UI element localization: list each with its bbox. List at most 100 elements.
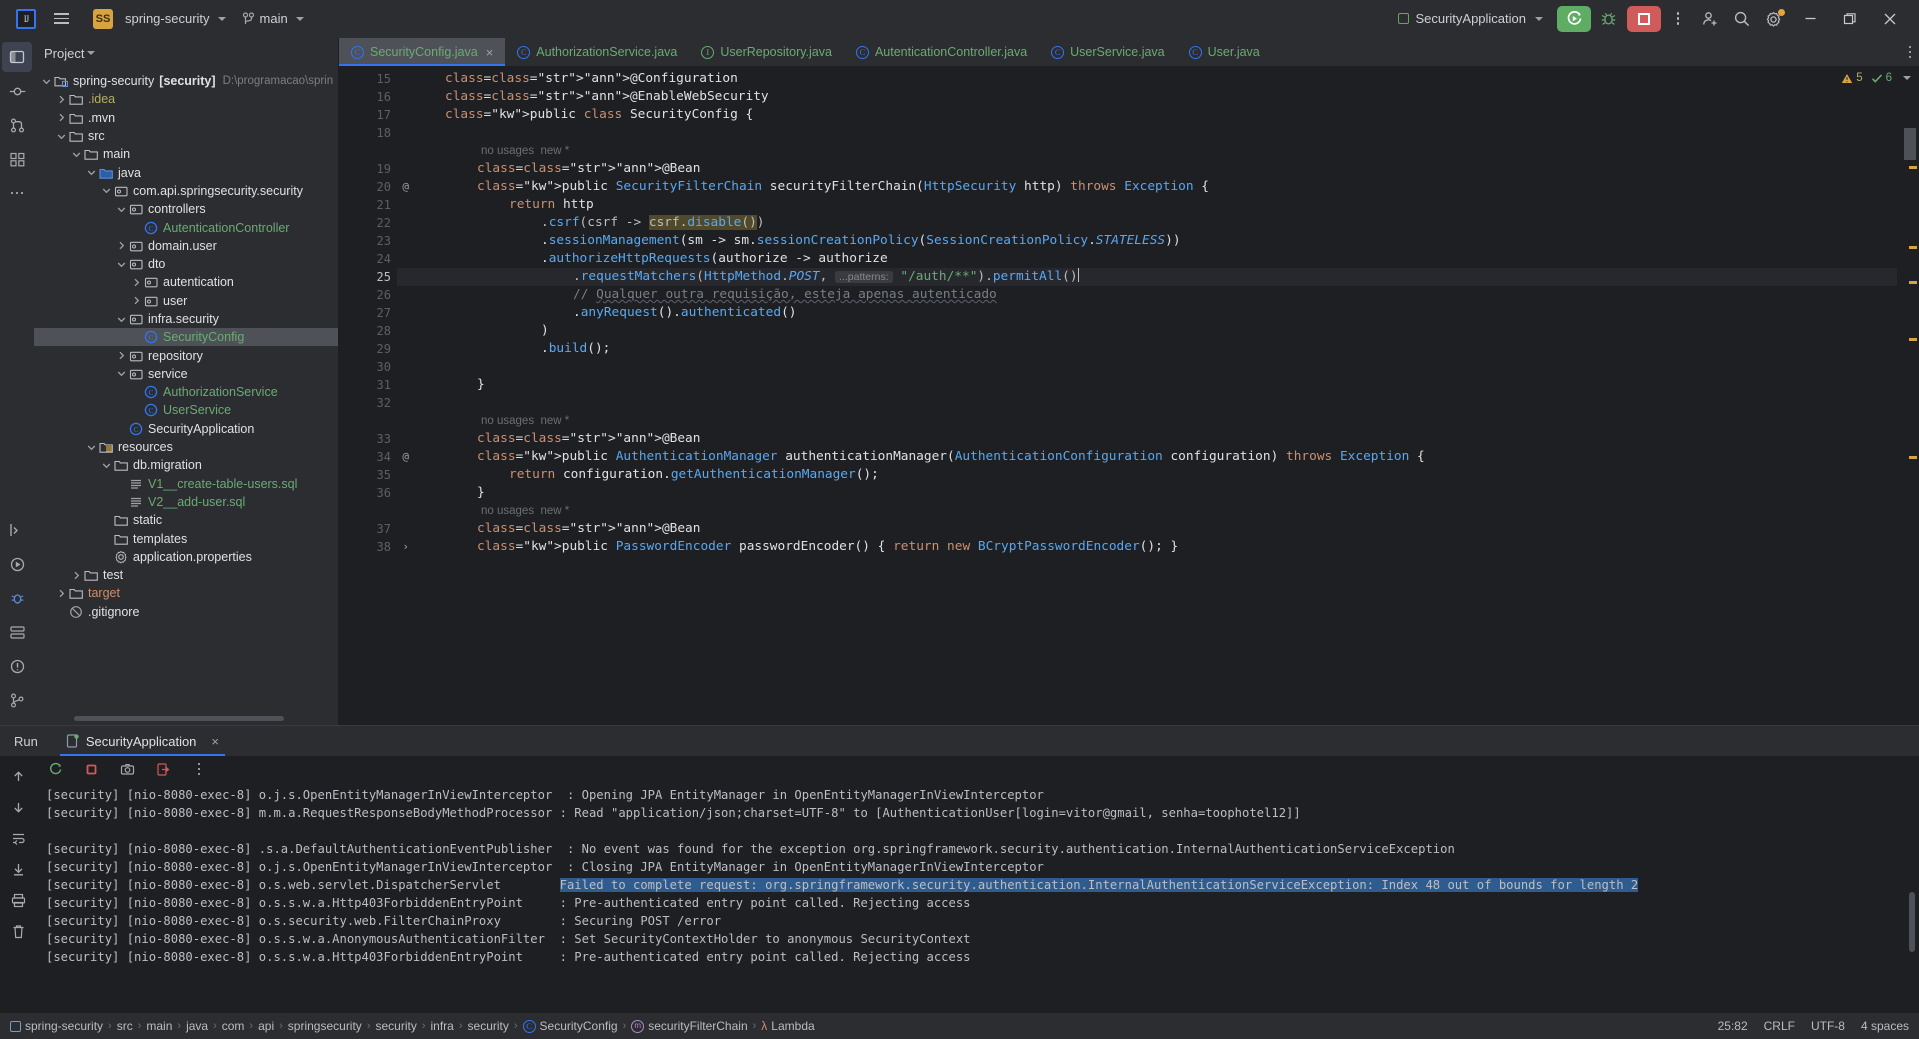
log-selected-text[interactable]: Failed to complete request: org.springfr… xyxy=(559,878,1639,892)
stop-button[interactable] xyxy=(1627,5,1661,32)
settings-button[interactable] xyxy=(1759,4,1789,34)
code-hint-line[interactable]: no usages new * xyxy=(397,142,1897,160)
sidebar-item-commit[interactable] xyxy=(2,76,32,106)
scroll-to-end-button[interactable] xyxy=(5,857,31,881)
breadcrumb-item-infra[interactable]: infra xyxy=(431,1019,454,1033)
tree-node-main[interactable]: main xyxy=(34,145,338,163)
tab-run[interactable]: Run xyxy=(0,726,52,756)
chevron-down-icon[interactable] xyxy=(70,150,83,159)
breadcrumb-item-springsecurity[interactable]: springsecurity xyxy=(288,1019,362,1033)
project-tree[interactable]: spring-security [security] D:\programacao\… xyxy=(34,68,338,725)
code-line[interactable]: .csrf(csrf -> csrf.disable()) xyxy=(397,214,1897,232)
code-line[interactable]: class=class="str">"ann">@EnableWebSecuri… xyxy=(397,88,1897,106)
editor-tab-userrepository-java[interactable]: I UserRepository.java xyxy=(689,38,844,66)
soft-wrap-button[interactable] xyxy=(5,826,31,850)
maximize-button[interactable] xyxy=(1831,4,1869,34)
tree-node-repository[interactable]: repository xyxy=(34,346,338,364)
sidebar-item-more-tools[interactable] xyxy=(2,178,32,208)
close-icon[interactable]: × xyxy=(486,45,494,60)
tree-node-templates[interactable]: templates xyxy=(34,529,338,547)
code-content[interactable]: class=class="str">"ann">@Configuration cl… xyxy=(397,66,1897,725)
code-line[interactable]: return configuration.getAuthenticationMa… xyxy=(397,466,1897,484)
chevron-right-icon[interactable] xyxy=(130,296,143,305)
console-scrollbar-thumb[interactable] xyxy=(1909,892,1915,952)
export-button[interactable] xyxy=(150,757,176,781)
warning-count[interactable]: 5 xyxy=(1841,72,1863,84)
tab-security-application[interactable]: SecurityApplication × xyxy=(52,726,233,756)
tree-node-user[interactable]: user xyxy=(34,292,338,310)
code-analysis-widget[interactable]: 5 6 xyxy=(1837,70,1915,86)
run-configuration-selector[interactable]: SecurityApplication xyxy=(1390,7,1551,30)
tree-node-src[interactable]: src xyxy=(34,127,338,145)
tree-node-java[interactable]: java xyxy=(34,163,338,181)
editor-scrollbar-thumb[interactable] xyxy=(1904,128,1916,160)
console-more-button[interactable] xyxy=(186,757,212,781)
tree-node-infra-security[interactable]: infra.security xyxy=(34,310,338,328)
code-line[interactable]: class=class="str">"ann">@Bean xyxy=(397,430,1897,448)
inspection-marker[interactable] xyxy=(1909,456,1917,459)
console-log-line[interactable]: [security] [nio-8080-exec-8] o.s.s.w.a.H… xyxy=(46,948,1919,966)
console-log-line[interactable]: [security] [nio-8080-exec-8] o.s.web.ser… xyxy=(46,876,1919,894)
inspection-marker[interactable] xyxy=(1909,281,1917,284)
project-panel-header[interactable]: Project xyxy=(34,38,338,68)
chevron-down-icon[interactable] xyxy=(40,77,53,86)
editor-tab-autenticationcontroller-java[interactable]: C AutenticationController.java xyxy=(844,38,1039,66)
breadcrumb-item-securityconfig[interactable]: C SecurityConfig xyxy=(522,1019,618,1033)
tree-node-application-properties[interactable]: application.properties xyxy=(34,548,338,566)
tree-node-domain-user[interactable]: domain.user xyxy=(34,237,338,255)
inspection-gutter[interactable] xyxy=(1897,66,1919,725)
tree-node-v2-add-user-sql[interactable]: V2__add-user.sql xyxy=(34,493,338,511)
code-line[interactable]: .requestMatchers(HttpMethod.POST, ...pat… xyxy=(397,268,1897,286)
sidebar-item-terminal[interactable] xyxy=(2,515,32,545)
console-log-line[interactable]: [security] [nio-8080-exec-8] o.s.s.w.a.H… xyxy=(46,894,1919,912)
code-line[interactable]: } xyxy=(397,484,1897,502)
editor-tab-securityconfig-java[interactable]: C SecurityConfig.java × xyxy=(339,38,506,66)
tree-node-userservice[interactable]: C UserService xyxy=(34,401,338,419)
chevron-down-icon[interactable] xyxy=(85,443,98,452)
code-line[interactable]: ) xyxy=(397,322,1897,340)
breadcrumb-item-security[interactable]: security xyxy=(468,1019,509,1033)
tree-node-com-api-springsecurity-security[interactable]: com.api.springsecurity.security xyxy=(34,182,338,200)
search-button[interactable] xyxy=(1727,4,1757,34)
console-log-line[interactable]: [security] [nio-8080-exec-8] o.j.s.OpenE… xyxy=(46,858,1919,876)
breadcrumb-item-src[interactable]: src xyxy=(117,1019,133,1033)
caret-position[interactable]: 25:82 xyxy=(1718,1019,1748,1033)
sidebar-item-run[interactable] xyxy=(2,549,32,579)
editor-tab-userservice-java[interactable]: C UserService.java xyxy=(1039,38,1176,66)
tree-node--mvn[interactable]: .mvn xyxy=(34,109,338,127)
tree-node--idea[interactable]: .idea xyxy=(34,90,338,108)
file-encoding[interactable]: UTF-8 xyxy=(1811,1019,1845,1033)
debug-button[interactable] xyxy=(1593,4,1623,34)
inspection-marker[interactable] xyxy=(1909,166,1917,169)
tree-node-target[interactable]: target xyxy=(34,584,338,602)
chevron-down-icon[interactable] xyxy=(115,315,128,324)
chevron-down-icon[interactable] xyxy=(115,369,128,378)
main-menu-icon[interactable] xyxy=(46,4,76,34)
chevron-down-icon[interactable] xyxy=(85,168,98,177)
code-line[interactable]: .authorizeHttpRequests(authorize -> auth… xyxy=(397,250,1897,268)
sidebar-item-problems[interactable] xyxy=(2,651,32,681)
tree-node-service[interactable]: service xyxy=(34,365,338,383)
sidebar-item-structure[interactable] xyxy=(2,144,32,174)
tree-node-resources[interactable]: resources xyxy=(34,438,338,456)
code-line[interactable]: } xyxy=(397,376,1897,394)
console-log-line[interactable]: [security] [nio-8080-exec-8] m.m.a.Reque… xyxy=(46,804,1919,822)
close-button[interactable] xyxy=(1871,4,1909,34)
chevron-down-icon[interactable] xyxy=(100,186,113,195)
editor-tab-user-java[interactable]: C User.java xyxy=(1177,38,1272,66)
tree-node-securityapplication[interactable]: C SecurityApplication xyxy=(34,420,338,438)
stop-console-button[interactable] xyxy=(78,757,104,781)
console-log-line[interactable] xyxy=(46,822,1919,840)
chevron-right-icon[interactable] xyxy=(55,95,68,104)
code-line[interactable]: .anyRequest().authenticated() xyxy=(397,304,1897,322)
code-line[interactable] xyxy=(397,358,1897,376)
breadcrumb-item-spring-security[interactable]: spring-security xyxy=(10,1019,103,1033)
sidebar-item-debug[interactable] xyxy=(2,583,32,613)
tree-node-controllers[interactable]: controllers xyxy=(34,200,338,218)
tree-node-autenticationcontroller[interactable]: C AutenticationController xyxy=(34,218,338,236)
tree-node-dto[interactable]: dto xyxy=(34,255,338,273)
clear-all-button[interactable] xyxy=(5,919,31,943)
tree-node-spring-security[interactable]: spring-security [security] D:\programacao\… xyxy=(34,72,338,90)
inspection-marker[interactable] xyxy=(1909,338,1917,341)
code-editor[interactable]: 15 16 17 18 19 20 @ 21 22 23 24 25 26 27 28 29 30 31 32 33 3… xyxy=(339,66,1919,725)
